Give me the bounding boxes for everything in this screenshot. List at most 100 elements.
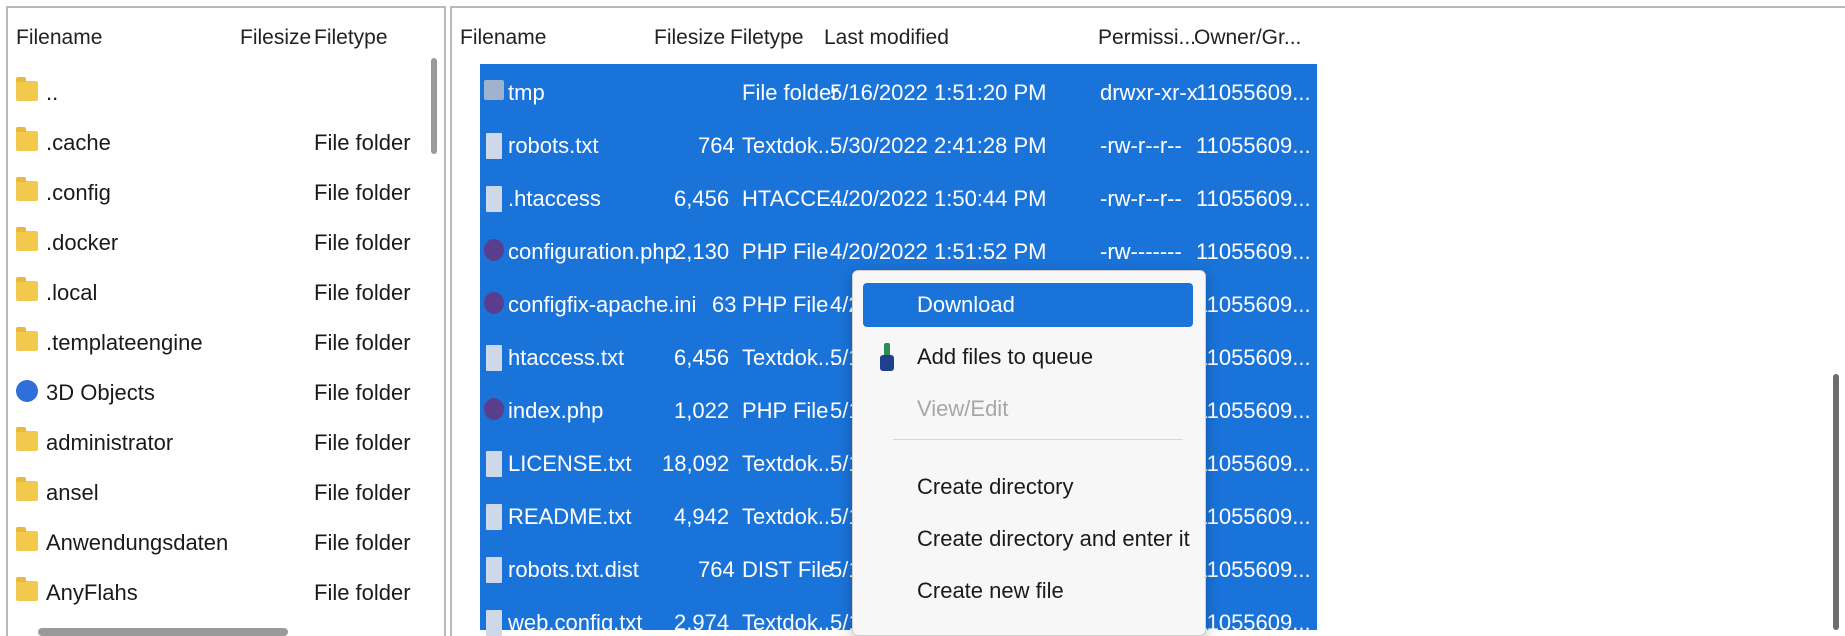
remote-row-type: PHP File [742,239,829,264]
col-filesize-header[interactable]: Filesize [654,26,725,50]
remote-row-type: Textdok... [742,345,837,370]
col-permissions-header[interactable]: Permissi... [1098,26,1196,50]
remote-row-size: 6,456 [674,186,730,211]
remote-row-selected[interactable]: tmp File folder 5/16/2022 1:51:20 PM drw… [480,66,1317,119]
col-filetype-header[interactable]: Filetype [730,26,804,50]
local-list-header: Filename Filesize Filetype [8,8,428,68]
text-file-icon [486,186,502,212]
remote-row-size: 63 [712,292,737,317]
local-vertical-scrollbar[interactable] [431,58,437,154]
remote-row-permissions: -rw-r--r-- [1100,133,1182,158]
remote-row-owner: 11055609... [1196,345,1311,370]
col-owner-header[interactable]: Owner/Gr... [1194,26,1301,50]
folder-icon [16,527,38,551]
text-file-icon [486,504,502,530]
local-row[interactable]: .docker File folder [8,218,428,268]
local-row[interactable]: .config File folder [8,168,428,218]
local-row-type: File folder [314,280,411,305]
local-row-parent[interactable]: .. [8,68,428,118]
local-row[interactable]: AnyFlahs File folder [8,568,428,618]
text-file-icon [486,345,502,371]
add-to-queue-icon [879,343,897,373]
local-row-type: File folder [314,330,411,355]
remote-row-selected[interactable]: .htaccess 6,456 HTACCE... 4/20/2022 1:50… [480,172,1317,225]
menu-separator [893,439,1183,440]
menu-item-label: View/Edit [917,396,1009,421]
local-row[interactable]: .local File folder [8,268,428,318]
remote-row-type: Textdok... [742,610,837,635]
remote-vertical-scrollbar[interactable] [1833,374,1839,630]
remote-row-owner: 11055609... [1196,80,1311,105]
remote-row-size: 764 [698,133,735,158]
remote-row-owner: 11055609... [1196,451,1311,476]
remote-row-owner: 11055609... [1196,398,1311,423]
local-row-type: File folder [314,530,411,555]
local-row-name: ansel [46,480,99,505]
local-row-name: .config [46,180,111,205]
local-row-type: File folder [314,230,411,255]
text-file-icon [486,610,502,636]
remote-row-permissions: drwxr-xr-x [1100,80,1198,105]
text-file-icon [486,133,502,159]
menu-item-create-new-file[interactable]: Create new file [863,569,1193,613]
local-row-name: AnyFlahs [46,580,138,605]
remote-row-type: File folder [742,80,839,105]
text-file-icon [486,451,502,477]
col-filename-header[interactable]: Filename [460,26,546,50]
remote-row-name: robots.txt [508,133,599,158]
local-row-name: 3D Objects [46,380,155,405]
remote-row-name: tmp [508,80,545,105]
menu-item-create-directory[interactable]: Create directory [863,465,1193,509]
remote-row-type: Textdok... [742,133,837,158]
folder-icon [16,177,38,201]
menu-item-add-to-queue[interactable]: Add files to queue [863,335,1193,379]
menu-item-view-edit: View/Edit [863,387,1193,431]
remote-row-owner: 11055609... [1196,557,1311,582]
remote-row-modified: 4/20/2022 1:51:52 PM [830,239,1047,264]
col-last-modified-header[interactable]: Last modified [824,26,949,50]
local-file-list[interactable]: Filename Filesize Filetype .. .cache Fil… [6,6,446,636]
remote-row-size: 18,092 [662,451,730,476]
menu-item-label: Add files to queue [917,344,1094,369]
local-row[interactable]: Anwendungsdaten File folder [8,518,428,568]
menu-item-download[interactable]: Download [863,283,1193,327]
local-horizontal-scrollbar[interactable] [38,628,288,636]
folder-icon [16,227,38,251]
remote-row-size: 2,974 [674,610,730,635]
remote-row-modified: 4/20/2022 1:50:44 PM [830,186,1047,211]
remote-row-owner: 11055609... [1196,239,1311,264]
menu-item-label: Download [917,292,1015,317]
local-row[interactable]: .cache File folder [8,118,428,168]
local-row-type: File folder [314,430,411,455]
folder-icon [16,77,38,101]
local-row-name: Anwendungsdaten [46,530,229,555]
remote-row-type: Textdok... [742,451,837,476]
local-row[interactable]: .templateengine File folder [8,318,428,368]
local-row-type: File folder [314,130,411,155]
remote-row-owner: 11055609... [1196,504,1311,529]
col-filetype-header[interactable]: Filetype [314,26,388,50]
folder-icon [16,427,38,451]
remote-row-name: index.php [508,398,604,423]
remote-row-name: web.config.txt [508,610,643,635]
menu-item-label: Create new file [917,578,1064,603]
remote-row-name: robots.txt.dist [508,557,639,582]
local-row-name: .templateengine [46,330,203,355]
local-row[interactable]: ansel File folder [8,468,428,518]
local-row[interactable]: 3D Objects File folder [8,368,428,418]
col-filesize-header[interactable]: Filesize [240,26,311,50]
remote-row-owner: 11055609... [1196,292,1311,317]
menu-item-create-directory-and-enter[interactable]: Create directory and enter it [863,517,1193,561]
menu-item-label: Create directory [917,474,1074,499]
remote-row-name: README.txt [508,504,632,529]
folder-icon [16,327,38,351]
remote-row-size: 4,942 [674,504,730,529]
local-row[interactable]: administrator File folder [8,418,428,468]
remote-row-type: PHP File [742,292,829,317]
local-row-name: administrator [46,430,174,455]
col-filename-header[interactable]: Filename [16,26,102,50]
remote-row-modified: 5/30/2022 2:41:28 PM [830,133,1047,158]
remote-row-name: configfix-apache.ini [508,292,697,317]
remote-row-selected[interactable]: robots.txt 764 Textdok... 5/30/2022 2:41… [480,119,1317,172]
local-row-type: File folder [314,380,411,405]
